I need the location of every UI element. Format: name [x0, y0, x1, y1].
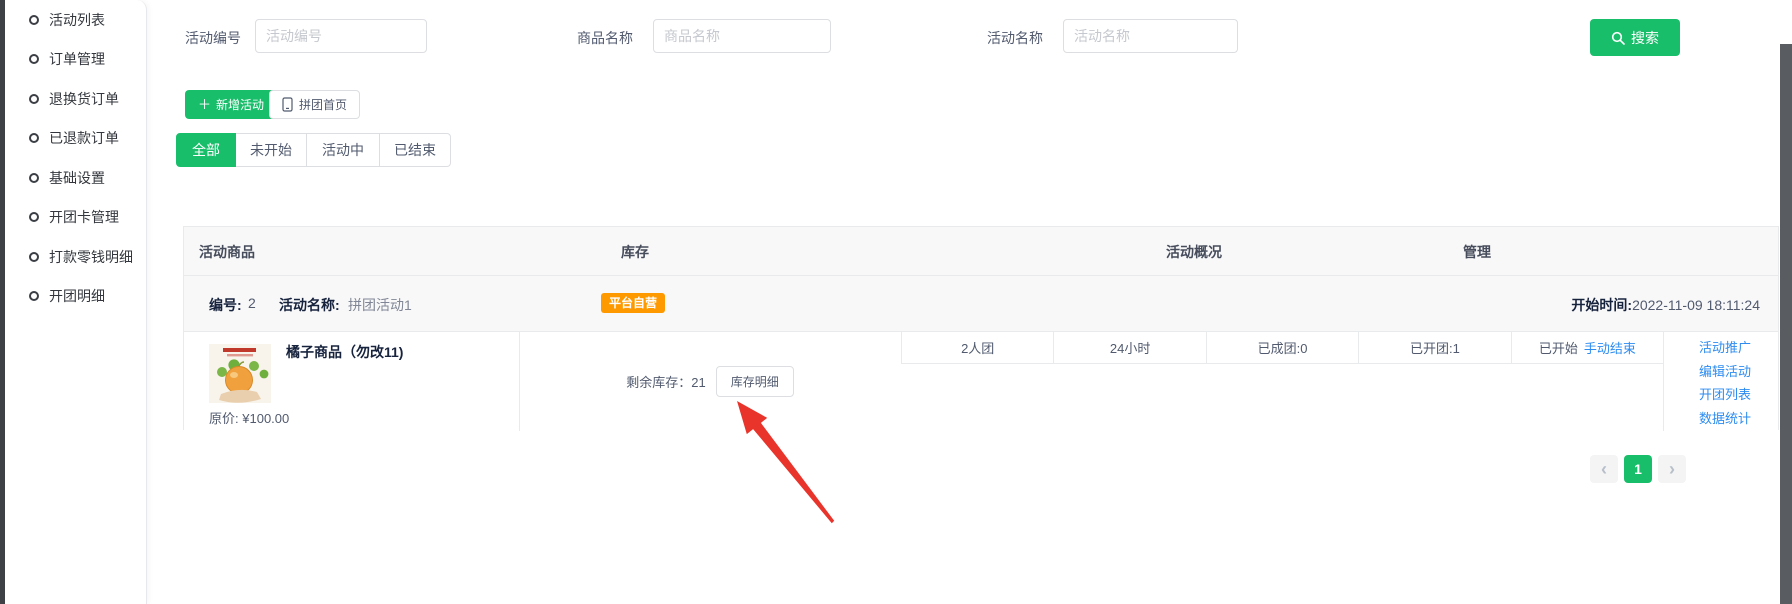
activity-no-value: 2 [248, 295, 256, 311]
tab-ended[interactable]: 已结束 [379, 133, 451, 167]
pagination-next-button[interactable]: › [1658, 455, 1686, 483]
activity-name-input[interactable] [1063, 19, 1238, 53]
start-time: 开始时间:2022-11-09 18:11:24 [1571, 295, 1760, 315]
circle-icon [29, 291, 39, 301]
sidebar-item-group-card-management[interactable]: 开团卡管理 [5, 206, 146, 228]
tab-in-progress[interactable]: 活动中 [306, 133, 380, 167]
group-home-label: 拼团首页 [299, 96, 347, 113]
chevron-left-icon: ‹ [1601, 460, 1607, 478]
sidebar-item-label: 已退款订单 [49, 128, 119, 148]
mobile-icon [282, 97, 293, 112]
product-name-label: 商品名称 [577, 28, 633, 48]
col-activity-overview: 活动概况 [1166, 242, 1222, 262]
manual-end-link[interactable]: 手动结束 [1584, 338, 1636, 357]
product-image[interactable] [209, 344, 271, 403]
sidebar-item-basic-settings[interactable]: 基础设置 [5, 167, 146, 189]
sidebar-item-label: 开团卡管理 [49, 207, 119, 227]
cell-groups-opened: 已开团:1 [1359, 332, 1511, 363]
sidebar-item-label: 退换货订单 [49, 89, 119, 109]
stock-cell: 剩余库存：21 库存明细 [519, 332, 901, 431]
status-tabs: 全部 未开始 活动中 已结束 [176, 133, 451, 167]
sidebar-item-label: 活动列表 [49, 10, 105, 30]
link-group-list[interactable]: 开团列表 [1699, 388, 1763, 403]
sidebar-item-label: 开团明细 [49, 286, 105, 306]
sidebar-item-refunded-orders[interactable]: 已退款订单 [5, 127, 146, 149]
search-button[interactable]: 搜索 [1590, 19, 1680, 56]
chevron-right-icon: › [1669, 460, 1675, 478]
activity-no-input[interactable] [255, 19, 427, 53]
circle-icon [29, 173, 39, 183]
manage-links: 活动推广 编辑活动 开团列表 数据统计 [1699, 341, 1763, 426]
circle-icon [29, 133, 39, 143]
activity-table: 活动商品 库存 活动概况 管理 编号: 2 活动名称: 拼团活动1 平台自营 开… [183, 226, 1779, 430]
product-price: 原价: ¥100.00 [209, 408, 289, 427]
pagination-page-1[interactable]: 1 [1624, 455, 1652, 483]
start-time-value: 2022-11-09 18:11:24 [1632, 297, 1760, 313]
sidebar-item-return-exchange-orders[interactable]: 退换货订单 [5, 88, 146, 110]
add-activity-button[interactable]: ＋ 新增活动 [185, 90, 277, 119]
status-text: 已开始 [1539, 338, 1578, 357]
scrollbar-thumb[interactable] [1780, 44, 1792, 604]
cell-duration: 24小时 [1054, 332, 1206, 363]
activity-name-title: 活动名称: [279, 295, 340, 315]
tab-not-started[interactable]: 未开始 [235, 133, 307, 167]
price-value: ¥100.00 [242, 411, 289, 426]
cell-status: 已开始 手动结束 [1512, 332, 1663, 363]
stock-detail-button[interactable]: 库存明细 [716, 366, 794, 397]
activity-summary-row: 编号: 2 活动名称: 拼团活动1 平台自营 开始时间:2022-11-09 1… [184, 276, 1778, 332]
col-stock: 库存 [621, 242, 649, 262]
sidebar-item-label: 订单管理 [49, 49, 105, 69]
tab-all[interactable]: 全部 [176, 133, 236, 167]
circle-icon [29, 252, 39, 262]
circle-icon [29, 212, 39, 222]
circle-icon [29, 94, 39, 104]
link-edit-activity[interactable]: 编辑活动 [1699, 365, 1763, 380]
start-time-label: 开始时间: [1571, 297, 1632, 313]
sidebar-item-label: 打款零钱明细 [49, 247, 133, 267]
link-data-statistics[interactable]: 数据统计 [1699, 412, 1763, 427]
page-number: 1 [1634, 461, 1642, 477]
table-header: 活动商品 库存 活动概况 管理 [184, 227, 1778, 276]
platform-badge: 平台自营 [601, 293, 665, 313]
sidebar-item-order-management[interactable]: 订单管理 [5, 48, 146, 70]
price-label: 原价: [209, 411, 239, 426]
sidebar-item-payment-change-detail[interactable]: 打款零钱明细 [5, 246, 146, 268]
group-home-button[interactable]: 拼团首页 [269, 90, 360, 119]
activity-no-label: 活动编号 [185, 28, 241, 48]
sidebar: 活动列表 订单管理 退换货订单 已退款订单 基础设置 开团卡管理 打款零钱明细 … [5, 0, 147, 604]
activity-name-value: 拼团活动1 [348, 295, 412, 315]
divider [1663, 332, 1664, 431]
overview-cells: 2人团 24小时 已成团:0 已开团:1 已开始 手动结束 [901, 332, 1663, 364]
col-manage: 管理 [1463, 242, 1491, 262]
page: 活动列表 订单管理 退换货订单 已退款订单 基础设置 开团卡管理 打款零钱明细 … [0, 0, 1792, 604]
sidebar-item-label: 基础设置 [49, 168, 105, 188]
cell-group-size: 2人团 [902, 332, 1054, 363]
add-activity-label: 新增活动 [216, 96, 264, 113]
pagination-prev-button[interactable]: ‹ [1590, 455, 1618, 483]
circle-icon [29, 15, 39, 25]
activity-detail-row: 橘子商品（勿改11) 原价: ¥100.00 剩余库存：21 库存明细 2人团 … [184, 332, 1778, 431]
plus-icon: ＋ [198, 98, 211, 111]
sidebar-item-group-open-detail[interactable]: 开团明细 [5, 285, 146, 307]
activity-name-label: 活动名称 [987, 28, 1043, 48]
product-title: 橘子商品（勿改11) [286, 342, 403, 362]
search-button-label: 搜索 [1631, 28, 1659, 48]
col-activity-product: 活动商品 [199, 242, 255, 262]
circle-icon [29, 54, 39, 64]
product-name-input[interactable] [653, 19, 831, 53]
sidebar-item-activity-list[interactable]: 活动列表 [5, 9, 146, 31]
cell-groups-completed: 已成团:0 [1207, 332, 1359, 363]
link-activity-promotion[interactable]: 活动推广 [1699, 341, 1763, 356]
search-icon [1611, 31, 1625, 45]
remaining-stock: 剩余库存：21 [626, 372, 705, 391]
activity-no-title: 编号: [209, 295, 242, 315]
